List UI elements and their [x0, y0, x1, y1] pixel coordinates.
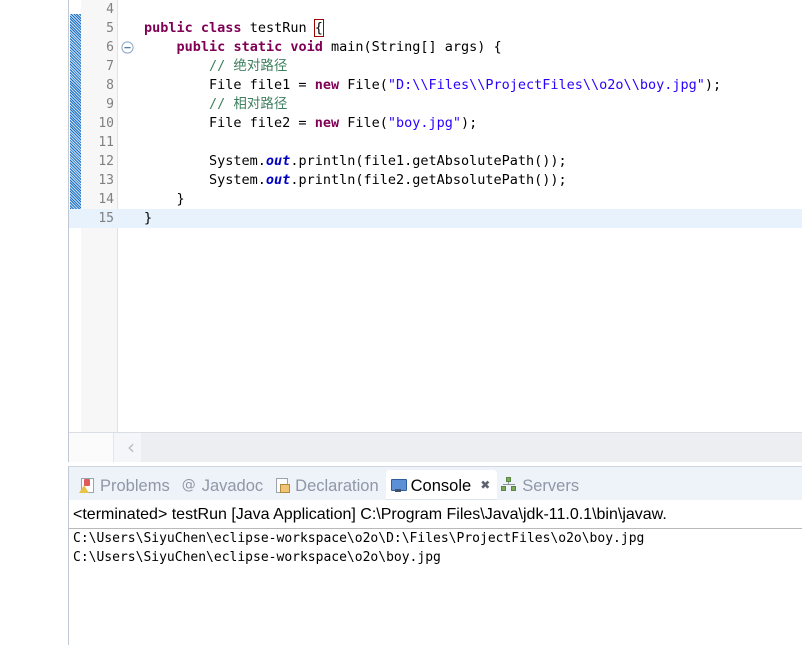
code-line[interactable]: 4 [69, 0, 802, 19]
console-icon [390, 477, 407, 493]
code-token: .println(file2.getAbsolutePath()); [290, 172, 567, 188]
console-output-line: C:\Users\SiyuChen\eclipse-workspace\o2o\… [73, 531, 645, 546]
tab-servers[interactable]: Servers [497, 470, 586, 500]
code-token: public [176, 39, 226, 55]
code-line[interactable]: 6 public static void main(String[] args)… [69, 38, 802, 57]
line-number: 8 [106, 78, 114, 93]
code-token: new [314, 77, 340, 93]
console-output-line: C:\Users\SiyuChen\eclipse-workspace\o2o\… [73, 550, 441, 565]
line-number: 5 [106, 21, 114, 36]
code-token: File( [339, 77, 388, 93]
code-line[interactable]: 9 // 相对路径 [69, 95, 802, 114]
tab-declaration[interactable]: Declaration [270, 470, 385, 500]
servers-icon [501, 477, 517, 493]
line-number: 13 [98, 173, 114, 188]
code-line[interactable]: 13 System.out.println(file2.getAbsoluteP… [69, 171, 802, 190]
console-output-lines: C:\Users\SiyuChen\eclipse-workspace\o2o\… [69, 529, 802, 567]
code-token: class [200, 20, 242, 36]
line-number: 9 [106, 97, 114, 112]
code-line-text: System.out.println(file1.getAbsolutePath… [144, 152, 567, 171]
tab-label: Console [410, 476, 472, 495]
code-line-text: File file2 = new File("boy.jpg"); [144, 114, 477, 133]
code-token: out [265, 153, 291, 169]
tab-problems[interactable]: Problems [75, 470, 177, 500]
code-line-text: System.out.println(file2.getAbsolutePath… [144, 171, 567, 190]
eclipse-ide-window: 4 5 public class testRun {6 public static … [0, 0, 802, 645]
code-token: out [265, 172, 291, 188]
code-line[interactable]: 12 System.out.println(file1.getAbsoluteP… [69, 152, 802, 171]
tab-console[interactable]: Console ✖ [385, 470, 498, 500]
code-token: File file2 = [144, 115, 315, 131]
code-token: File file1 = [144, 77, 315, 93]
code-line[interactable]: 8 File file1 = new File("D:\\Files\\Proj… [69, 76, 802, 95]
console-terminated-header: <terminated> testRun [Java Application] … [69, 503, 802, 529]
chevron-left-icon[interactable]: ‹ [121, 437, 141, 458]
code-token: ); [461, 115, 478, 131]
tab-label: Javadoc [201, 476, 264, 495]
code-token: } [144, 210, 153, 226]
code-line[interactable]: 5 public class testRun { [69, 19, 802, 38]
code-line-text: // 相对路径 [144, 95, 287, 114]
editor-horizontal-scrollbar[interactable]: ‹ [69, 432, 802, 462]
editor-text-area[interactable]: 4 5 public class testRun {6 public static … [69, 0, 802, 432]
code-line[interactable]: 15} [69, 209, 802, 228]
code-token: { [313, 19, 324, 37]
code-line[interactable]: 10 File file2 = new File("boy.jpg"); [69, 114, 802, 133]
line-number: 14 [98, 192, 114, 207]
line-number: 11 [98, 135, 114, 150]
javadoc-at-icon: @ [181, 477, 196, 493]
code-token: void [290, 39, 323, 55]
code-line[interactable]: 7 // 绝对路径 [69, 57, 802, 76]
view-tab-bar[interactable]: Problems @ Javadoc Declaration Console ✖ Serve… [69, 467, 802, 500]
scrollbar-track[interactable] [141, 433, 802, 462]
close-icon[interactable]: ✖ [480, 478, 490, 492]
code-token: testRun [241, 20, 315, 36]
line-number: 6 [106, 40, 114, 55]
tab-label: Problems [100, 476, 170, 495]
code-token: // 绝对路径 [209, 58, 288, 74]
code-line-text: public class testRun { [144, 19, 324, 38]
code-token: System. [144, 172, 266, 188]
problems-icon [79, 477, 95, 493]
line-number: 7 [106, 59, 114, 74]
code-line[interactable]: 11 [69, 133, 802, 152]
code-token: } [144, 191, 185, 207]
declaration-icon [274, 477, 291, 493]
code-line-text: public static void main(String[] args) { [144, 38, 502, 57]
code-token: ); [704, 77, 722, 93]
code-line-text: // 绝对路径 [144, 57, 287, 76]
console-output-area[interactable]: <terminated> testRun [Java Application] … [69, 500, 802, 645]
line-number: 10 [98, 116, 114, 131]
code-token: main(String[] args) { [322, 39, 502, 55]
fold-collapse-icon[interactable] [121, 41, 134, 54]
code-token: System. [144, 153, 266, 169]
code-line-text: File file1 = new File("D:\\Files\\Projec… [144, 76, 721, 95]
code-token: .println(file1.getAbsolutePath()); [290, 153, 567, 169]
tab-label: Declaration [295, 476, 379, 495]
code-token: File( [339, 115, 388, 131]
code-token: "D:\\Files\\ProjectFiles\\o2o\\boy.jpg" [387, 77, 705, 93]
code-line-text: } [144, 190, 185, 209]
code-token: static [233, 39, 283, 55]
console-view-panel: Problems @ Javadoc Declaration Console ✖ Serve… [68, 466, 802, 645]
line-number: 15 [98, 211, 114, 226]
scrollbar-corner [69, 433, 114, 462]
java-editor-pane[interactable]: 4 5 public class testRun {6 public static … [68, 0, 802, 462]
source-code-lines[interactable]: 4 5 public class testRun {6 public static … [69, 0, 802, 432]
code-token: new [314, 115, 340, 131]
tab-label: Servers [522, 476, 580, 495]
code-token: public [144, 20, 193, 36]
tab-javadoc[interactable]: @ Javadoc [177, 470, 270, 500]
code-token: "boy.jpg" [387, 115, 462, 131]
code-line[interactable]: 14 } [69, 190, 802, 209]
line-number: 12 [98, 154, 114, 169]
code-token: // 相对路径 [209, 96, 288, 112]
code-line-text: } [144, 209, 152, 228]
line-number: 4 [106, 2, 114, 17]
